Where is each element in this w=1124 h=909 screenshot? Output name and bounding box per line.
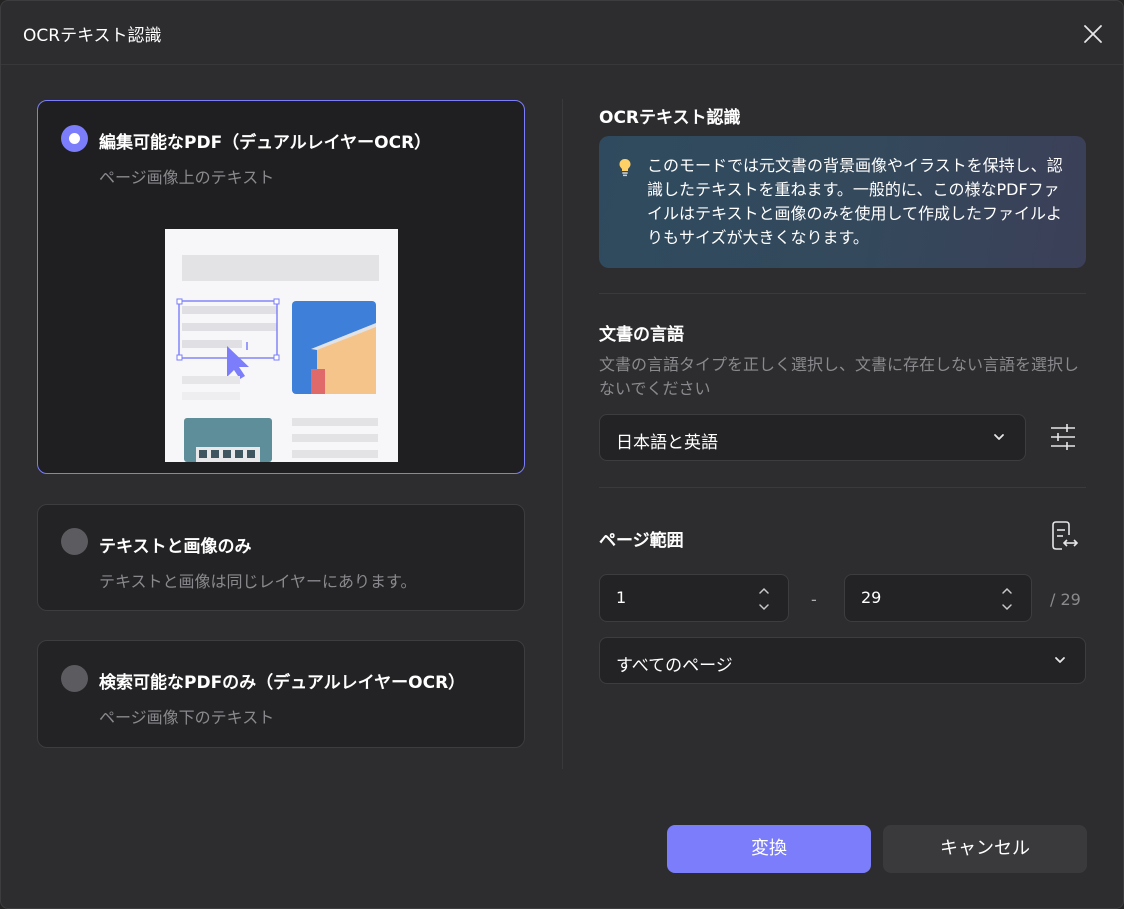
option-searchable-pdf[interactable]: 検索可能なPDFのみ（デュアルレイヤーOCR） ページ画像下のテキスト: [37, 640, 525, 748]
language-settings-button[interactable]: [1048, 422, 1078, 452]
mode-info-box: このモードでは元文書の背景画像やイラストを保持し、認識したテキストを重ねます。一…: [599, 136, 1086, 268]
page-range-select[interactable]: すべてのページ: [599, 637, 1086, 684]
lightbulb-icon: [619, 159, 631, 177]
page-total: / 29: [1050, 590, 1081, 609]
range-from-field[interactable]: [599, 574, 789, 622]
radio-text-and-image[interactable]: [61, 528, 88, 555]
range-to-input[interactable]: [861, 588, 961, 607]
option-subtitle: ページ画像下のテキスト: [99, 708, 275, 727]
cancel-button[interactable]: キャンセル: [883, 825, 1087, 873]
ocr-dialog: OCRテキスト認識 編集可能なPDF（デュアルレイヤーOCR） ページ画像上のテ…: [0, 0, 1124, 909]
option-text-and-image[interactable]: テキストと画像のみ テキストと画像は同じレイヤーにあります。: [37, 504, 525, 611]
language-select-value: 日本語と英語: [616, 433, 718, 453]
option-title: 編集可能なPDF（デュアルレイヤーOCR）: [99, 133, 432, 153]
range-from-input[interactable]: [616, 588, 716, 607]
option-title: 検索可能なPDFのみ（デュアルレイヤーOCR）: [99, 673, 466, 693]
option-editable-pdf[interactable]: 編集可能なPDF（デュアルレイヤーOCR） ページ画像上のテキスト: [37, 100, 525, 474]
stepper-icon[interactable]: [1000, 584, 1014, 614]
mode-preview-illustration: [165, 229, 398, 462]
close-button[interactable]: [1078, 19, 1108, 49]
sliders-icon: [1051, 424, 1075, 450]
page-range-heading: ページ範囲: [599, 531, 684, 551]
ocr-heading: OCRテキスト認識: [599, 108, 741, 128]
chevron-down-icon: [1055, 657, 1065, 663]
page-range-select-value: すべてのページ: [616, 656, 733, 676]
radio-searchable-pdf[interactable]: [61, 665, 88, 692]
section-divider: [599, 293, 1086, 294]
dialog-title: OCRテキスト認識: [23, 26, 162, 46]
range-to-field[interactable]: [844, 574, 1032, 622]
option-title: テキストと画像のみ: [99, 537, 252, 557]
chevron-down-icon: [994, 434, 1004, 440]
page-range-icon: [1052, 521, 1079, 550]
panel-divider: [562, 99, 563, 769]
language-help-text: 文書の言語タイプを正しく選択し、文書に存在しない言語を選択しないでください: [599, 355, 1080, 398]
page-range-button[interactable]: [1049, 520, 1079, 552]
radio-editable-pdf[interactable]: [61, 125, 88, 152]
option-subtitle: テキストと画像は同じレイヤーにあります。: [99, 572, 417, 591]
close-icon: [1084, 25, 1102, 43]
stepper-icon[interactable]: [757, 584, 771, 614]
language-heading: 文書の言語: [599, 325, 684, 345]
title-bar: OCRテキスト認識: [1, 1, 1123, 65]
option-subtitle: ページ画像上のテキスト: [99, 168, 275, 187]
language-select[interactable]: 日本語と英語: [599, 414, 1026, 461]
range-separator: -: [811, 590, 817, 609]
mode-description: このモードでは元文書の背景画像やイラストを保持し、認識したテキストを重ねます。一…: [647, 156, 1063, 247]
convert-button[interactable]: 変換: [667, 825, 871, 873]
section-divider: [599, 487, 1086, 488]
